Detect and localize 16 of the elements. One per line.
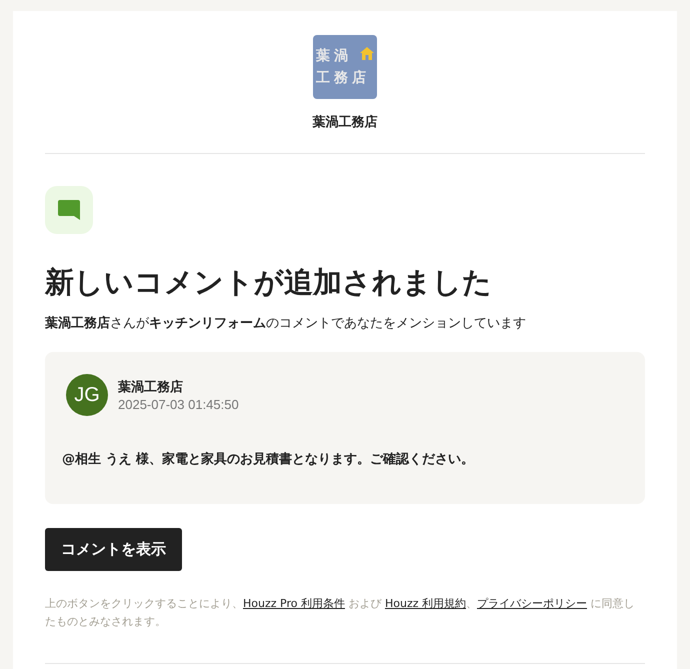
comment-author: 葉渦工務店 <box>118 378 184 396</box>
comment-text: @相生 うえ 様、家電と家具のお見積書となります。ご確認ください。 <box>62 450 476 468</box>
house-icon <box>360 47 374 60</box>
disclaimer-text: 上のボタンをクリックすることにより、Houzz Pro 利用条件 および Houzz 利用規約、プライバシーポリシー に同意したものとみなされます。 <box>45 596 636 630</box>
logo-text: 工務店 <box>316 70 370 86</box>
terms-link[interactable]: プライバシーポリシー <box>477 597 587 610</box>
avatar: JG <box>66 374 108 416</box>
view-comment-button[interactable]: コメントを表示 <box>45 528 182 571</box>
logo-text: 葉渦 <box>316 48 352 64</box>
speech-bubble-icon <box>57 199 81 221</box>
summary-text: 葉渦工務店さんがキッチンリフォームのコメントであなたをメンションしています <box>45 314 527 333</box>
terms-link[interactable]: Houzz 利用規約 <box>384 597 466 610</box>
comment-timestamp: 2025-07-03 01:45:50 <box>118 397 239 412</box>
terms-link[interactable]: Houzz Pro 利用条件 <box>243 597 345 610</box>
brand-name: 葉渦工務店 <box>312 114 378 131</box>
heading: 新しいコメントが追加されました <box>45 264 493 301</box>
